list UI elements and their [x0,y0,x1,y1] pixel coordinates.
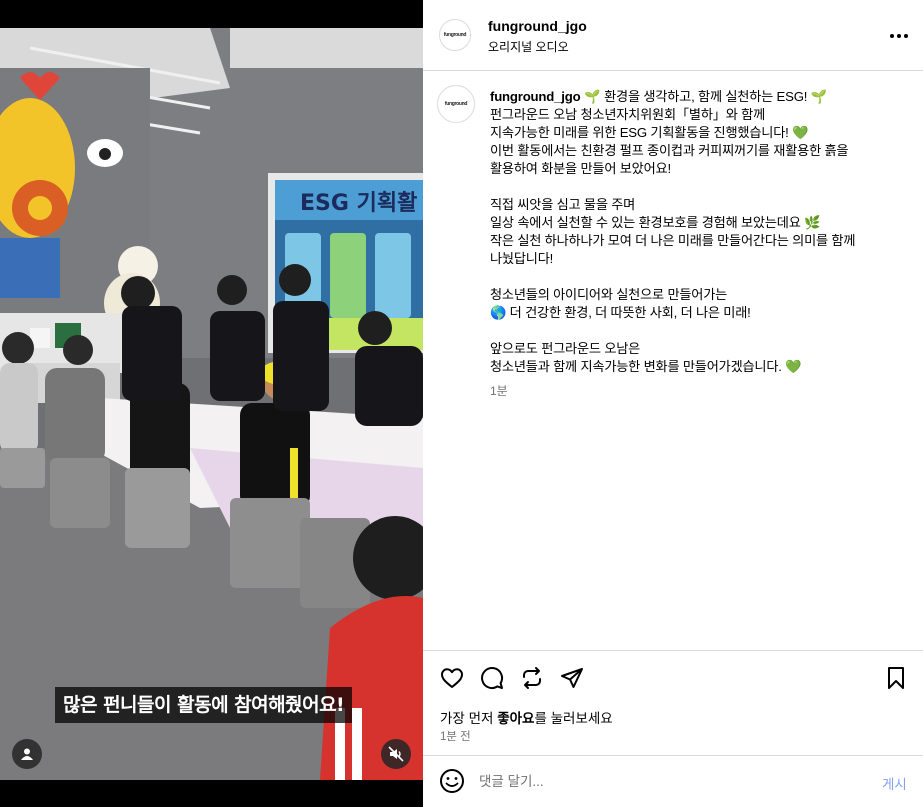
video-scene: ESG 기획활 [0,28,423,780]
caption-line: 이번 활동에서는 친환경 펄프 종이컵과 커피찌꺼기를 재활용한 흙을 [490,143,849,158]
banner-text: ESG 기획활 [300,191,417,216]
avatar-logo-text: funground [443,32,467,38]
heart-icon [441,668,463,688]
post-time-ago[interactable]: 1분 전 [440,728,471,744]
post-comment-button[interactable]: 게시 [882,773,907,793]
actions-bar: 가장 먼저 좋아요를 눌러보세요 1분 전 [423,650,923,755]
likes-suffix: 를 눌러보세요 [534,711,613,726]
caption-text: funground_jgo 🌱 환경을 생각하고, 함께 실천하는 ESG! 🌱 … [490,88,910,376]
video-frame[interactable]: ESG 기획활 [0,28,423,780]
likes-prompt: 가장 먼저 좋아요를 눌러보세요 [440,707,613,727]
caption-line-text: 🌱 환경을 생각하고, 함께 실천하는 ESG! 🌱 [584,89,827,104]
caption-avatar-logo-text: funground [444,101,468,107]
caption-line: 활용하여 화분을 만들어 보았어요! [490,161,671,176]
header-username[interactable]: funground_jgo [488,18,587,34]
post-header: funground funground_jgo 오리지널 오디오 [423,0,923,71]
caption-line [490,178,910,196]
share-button[interactable] [559,665,585,691]
caption-line: 청소년들과 함께 지속가능한 변화를 만들어가겠습니다. 💚 [490,359,802,374]
caption-line: 펀그라운드 오남 청소년자치위원회「별하」와 함께 [490,107,766,122]
tagged-users-button[interactable] [12,739,42,769]
caption-line: 일상 속에서 실천할 수 있는 환경보호를 경험해 보았는데요 🌿 [490,215,821,230]
caption-line [490,322,910,340]
user-icon [21,748,33,760]
likes-prefix: 가장 먼저 [440,711,498,726]
caption-timestamp[interactable]: 1분 [490,382,508,399]
save-button[interactable] [883,665,909,691]
caption-line: 직접 씨앗을 심고 물을 주며 [490,197,636,212]
caption-line: 🌎 더 건강한 환경, 더 따뜻한 사회, 더 나은 미래! [490,305,751,320]
repost-icon [523,667,541,689]
like-button[interactable] [439,665,465,691]
avatar[interactable]: funground [439,19,471,51]
caption-line [490,268,910,286]
video-subtitle: 많은 펀니들이 활동에 참여해줬어요! [55,687,353,723]
caption-avatar[interactable]: funground [437,85,475,123]
emoji-picker-button[interactable] [439,768,465,794]
caption-username[interactable]: funground_jgo [490,89,581,104]
caption-area: funground funground_jgo 🌱 환경을 생각하고, 함께 실천… [423,72,923,650]
bookmark-icon [888,667,904,689]
comment-button[interactable] [479,665,505,691]
caption-line: 앞으로도 펀그라운드 오남은 [490,341,641,356]
caption-line: funground_jgo 🌱 환경을 생각하고, 함께 실천하는 ESG! 🌱 [490,88,910,106]
muted-speaker-icon [388,746,404,762]
more-options-button[interactable] [887,24,911,48]
emoji-icon [440,769,464,793]
repost-button[interactable] [519,665,545,691]
video-player[interactable]: ESG 기획활 많은 펀니들이 활동에 참여해줬어요! [0,0,423,807]
likes-bold[interactable]: 좋아요 [497,711,534,726]
send-icon [561,668,583,688]
caption-line: 작은 실천 하나하나가 모여 더 나은 미래를 만들어간다는 의미를 함께 [490,233,856,248]
mute-toggle-button[interactable] [381,739,411,769]
comment-input[interactable] [479,770,859,792]
caption-line: 지속가능한 미래를 위한 ESG 기획활동을 진행했습니다! 💚 [490,125,809,140]
comment-bar: 게시 [423,755,923,807]
audio-label[interactable]: 오리지널 오디오 [488,38,569,55]
caption-line: 청소년들의 아이디어와 실천으로 만들어가는 [490,287,728,302]
post-panel: funground funground_jgo 오리지널 오디오 fungrou… [423,0,923,807]
caption-line: 나눴답니다! [490,251,554,266]
more-icon [890,34,908,38]
comment-icon [481,667,504,689]
